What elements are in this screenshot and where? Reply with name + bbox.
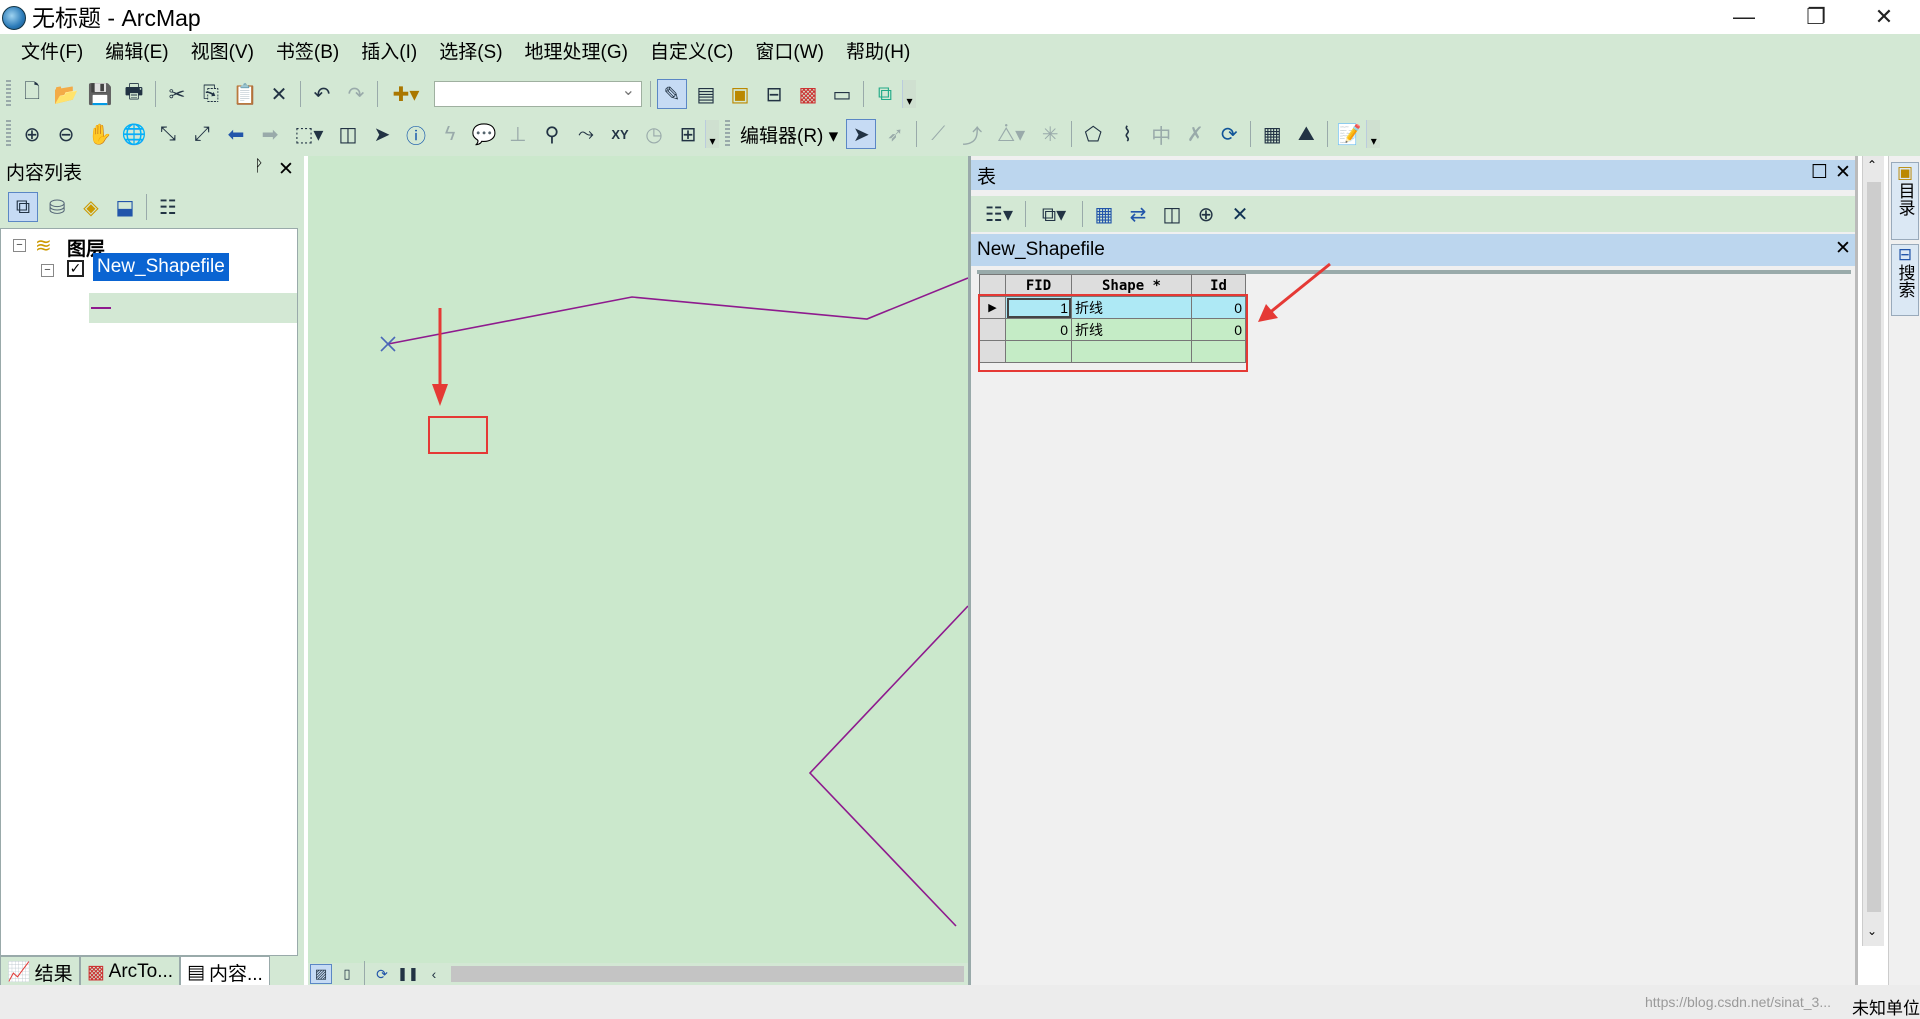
- arrow-down-annotation: [432, 308, 448, 406]
- arcmap-window: 无标题 - ArcMap — ❐ ✕ 文件(F) 编辑(E) 视图(V) 书签(…: [0, 0, 1920, 1019]
- annotation-arrows: [432, 262, 1331, 406]
- arrow-left-annotation: [1258, 262, 1331, 322]
